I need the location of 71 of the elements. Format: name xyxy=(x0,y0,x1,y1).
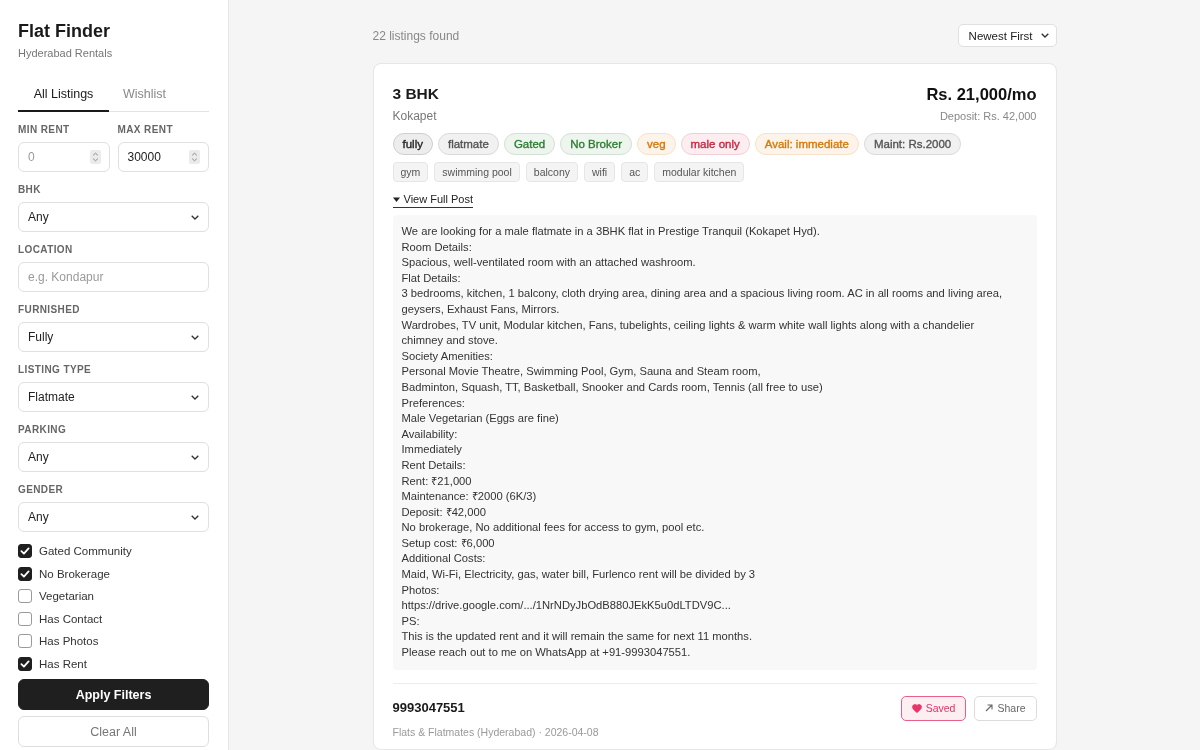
amenity-tag: modular kitchen xyxy=(654,162,745,182)
checkbox-label[interactable]: Has Contact xyxy=(39,612,103,625)
amenity-tag: gym xyxy=(392,162,429,182)
app-subtitle: Hyderabad Rentals xyxy=(18,46,114,60)
checkbox[interactable] xyxy=(18,634,32,649)
field-label: MAX RENT xyxy=(117,124,173,136)
listing-location: Kokapet xyxy=(392,109,438,123)
caret-icon xyxy=(392,195,400,203)
feature-tag: Avail: immediate xyxy=(754,133,859,155)
field-label: PARKING xyxy=(18,424,67,436)
listing-meta: Flats & Flatmates (Hyderabad) · 2026-04-08 xyxy=(392,725,599,739)
amenity-tag: wifi xyxy=(584,162,616,182)
save-button[interactable]: Saved xyxy=(900,695,967,721)
deposit-text: Deposit: Rs. 42,000 xyxy=(938,109,1037,123)
checkbox-label[interactable]: Vegetarian xyxy=(39,590,94,603)
checkbox[interactable] xyxy=(18,566,32,581)
field-label: MIN RENT xyxy=(18,124,70,136)
feature-tag: veg xyxy=(637,133,676,155)
chevron-down-icon xyxy=(191,454,199,460)
feature-tag: Gated xyxy=(503,133,556,155)
checkbox[interactable] xyxy=(18,611,32,626)
amenity-tag: swimming pool xyxy=(434,162,520,182)
checkbox[interactable] xyxy=(18,589,32,604)
dropdown[interactable]: Fully xyxy=(18,322,209,352)
chevron-down-icon xyxy=(191,214,199,220)
contact-number: 9993047551 xyxy=(392,699,466,716)
feature-tag: flatmate xyxy=(437,133,499,155)
checkbox-label[interactable]: Has Rent xyxy=(39,657,87,670)
field-label: LISTING TYPE xyxy=(18,364,92,376)
field-label: BHK xyxy=(18,184,41,196)
checkbox[interactable] xyxy=(18,544,32,559)
amenity-tag: balcony xyxy=(525,162,578,182)
clear-button[interactable]: Clear All xyxy=(18,716,209,747)
heart-icon xyxy=(911,703,922,713)
results-count: 22 listings found xyxy=(372,28,460,43)
dropdown[interactable]: Flatmate xyxy=(18,382,209,412)
amenity-tag: ac xyxy=(621,162,649,182)
chevron-down-icon xyxy=(191,394,199,400)
chevron-down-icon xyxy=(191,334,199,340)
apply-button[interactable]: Apply Filters xyxy=(18,679,209,710)
dropdown[interactable]: Any xyxy=(18,442,209,472)
field-label: FURNISHED xyxy=(18,304,80,316)
chevron-down-icon xyxy=(1040,33,1049,38)
number-input[interactable]: 0 xyxy=(18,142,110,172)
checkbox-label[interactable]: Gated Community xyxy=(39,545,132,558)
checkbox[interactable] xyxy=(18,656,32,671)
dropdown[interactable]: Any xyxy=(18,502,209,532)
feature-tag: No Broker xyxy=(560,133,632,155)
checkbox-label[interactable]: Has Photos xyxy=(39,635,99,648)
feature-tag: Maint: Rs.2000 xyxy=(863,133,962,155)
sort-dropdown[interactable]: Newest First xyxy=(957,24,1057,47)
number-input[interactable]: 30000 xyxy=(117,142,209,172)
view-post-toggle[interactable]: View Full Post xyxy=(392,192,473,208)
listing-title: 3 BHK xyxy=(392,84,439,104)
checkbox-label[interactable]: No Brokerage xyxy=(39,567,110,580)
feature-tag: fully xyxy=(392,133,433,155)
text-input[interactable]: e.g. Kondapur xyxy=(18,262,209,292)
post-text: We are looking for a male flatmate in a 3BHK flat in Prestige Tranquil (Kokapet Hyd). Room Details: Spacious, well-ventilated room with an attached washroom. Flat Details: 3 bedrooms, kitchen, 1 balcony, cloth drying area, dining area and a spacious living room. AC in all rooms and living area, geysers, Exhaust Fans, Mirrors. Wardrobes, TV unit, Modular kitchen, Fans, tubelights, ceiling lights & warm white wall lights along with a chandelier chimney and stove. Society Amenities: Personal Movie Theatre, Swimming Pool, Gym, Sauna and Steam room, Badminton, Squash, TT, Basketball, Snooker and Cards room, Tennis (all free to use) Preferences: Male Vegetarian (Eggs are fine) Availability: Immediately Rent Details: Rent: ₹21,000 Maintenance: ₹2000 (6K/3) Deposit: ₹42,000 No brokerage, No additional fees for access to gym, pool etc. Setup cost: ₹6,000 Additional Costs: Maid, Wi-Fi, Electricity, gas, water bill, Furlenco rent will be divided by 3 Photos: https://drive.google.com/.../1NrNDyJbOdB880JEkK5u0dLTDV9C... PS: This is the updated rent and it will remain the same for next 11 months. Please reach out to me on WhatsApp at +91-9993047551. xyxy=(392,215,1037,670)
dropdown[interactable]: Any xyxy=(18,202,209,232)
listing-price: Rs. 21,000/mo xyxy=(926,84,1037,104)
arrow-up-right-icon xyxy=(985,704,994,713)
tab[interactable]: Wishlist xyxy=(109,77,181,112)
feature-tag: male only xyxy=(680,133,750,155)
share-button[interactable]: Share xyxy=(974,695,1037,721)
field-label: GENDER xyxy=(18,484,64,496)
stepper-icon[interactable] xyxy=(89,150,101,164)
field-label: LOCATION xyxy=(18,244,73,256)
tab[interactable]: All Listings xyxy=(18,77,109,112)
stepper-icon[interactable] xyxy=(189,150,200,164)
chevron-down-icon xyxy=(191,514,199,520)
app-title: Flat Finder xyxy=(18,20,111,42)
